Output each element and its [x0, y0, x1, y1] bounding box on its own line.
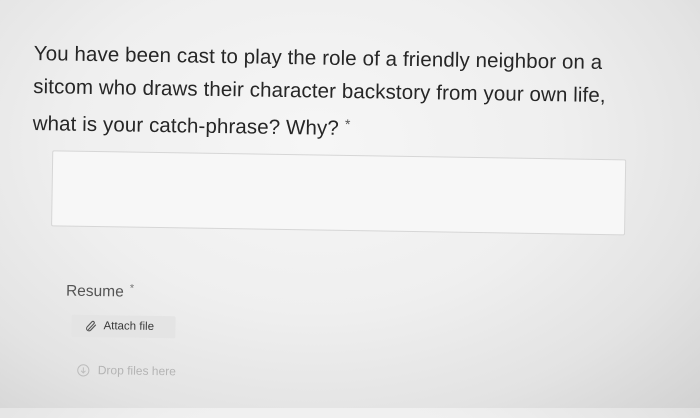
drop-zone[interactable]: Drop files here — [77, 363, 176, 379]
answer-textarea[interactable] — [51, 150, 627, 236]
attach-file-label: Attach file — [103, 320, 155, 333]
required-marker: * — [344, 115, 351, 133]
upload-icon — [77, 363, 90, 376]
resume-label-text: Resume — [65, 282, 124, 301]
form-section: You have been cast to play the role of a… — [0, 0, 700, 418]
attach-file-button[interactable]: Attach file — [71, 314, 176, 339]
question-line-3-text: what is your catch-phrase? Why? — [32, 112, 340, 140]
resume-required-marker: * — [129, 282, 135, 295]
paperclip-icon — [85, 320, 97, 332]
drop-files-label: Drop files here — [97, 363, 176, 379]
resume-label: Resume * — [66, 282, 134, 302]
question-text: You have been cast to play the role of a… — [32, 38, 664, 150]
